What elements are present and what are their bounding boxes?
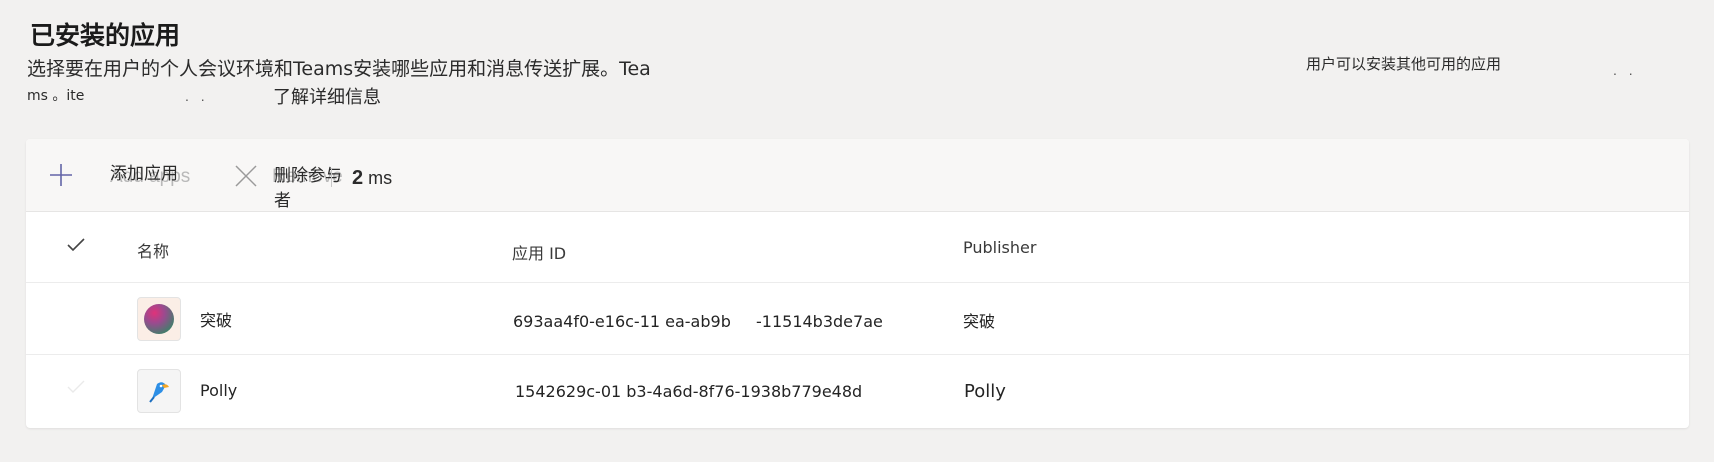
learn-more-link[interactable]: 了解详细信息 [273, 83, 381, 109]
app-id-part1: 693aa4f0-e16c-11 ea-ab9b [513, 312, 731, 331]
polly-parrot-icon [137, 369, 181, 413]
column-header-publisher[interactable]: Publisher [963, 238, 1036, 257]
app-id-part2: -11514b3de7ae [756, 312, 883, 331]
add-apps-button[interactable]: Add apps 添加应用 [42, 139, 202, 211]
publisher-name: 突破 [963, 312, 996, 331]
plus-icon [50, 164, 72, 186]
page-title: 已安装的应用 [30, 21, 181, 50]
app-name: 突破 [200, 311, 233, 330]
column-header-name[interactable]: 名称 [137, 238, 169, 262]
table-row[interactable]: 突破 693aa4f0-e16c-11 ea-ab9b -11514b3de7a… [26, 283, 1689, 355]
available-apps-note: 用户可以安装其他可用的应用 [1306, 55, 1502, 73]
table-row[interactable]: Polly 1542629c-01 b3-4a6d-8f76-1938b779e… [26, 355, 1689, 426]
item-count-unit: ms [368, 168, 393, 188]
ellipsis-dots: . . [185, 88, 209, 104]
close-icon [235, 165, 257, 187]
add-apps-label: 添加应用 [110, 164, 178, 184]
installed-apps-card: Add apps 添加应用 Remove 删除参与者 2 ms 名称 应用 ID… [26, 139, 1689, 428]
remove-label: 删除参与者 [274, 166, 342, 211]
row-checkmark-icon[interactable] [66, 379, 86, 395]
table-header: 名称 应用 ID Publisher [26, 212, 1689, 283]
command-bar: Add apps 添加应用 Remove 删除参与者 2 ms [26, 139, 1689, 212]
select-all-checkmark-icon[interactable] [66, 237, 86, 253]
toolbar-divider [331, 169, 332, 187]
page-description: 选择要在用户的个人会议环境和Teams安装哪些应用和消息传送扩展。Tea [27, 58, 651, 80]
publisher-name: Polly [964, 381, 1006, 402]
item-count: 2 ms [352, 167, 392, 190]
remove-button[interactable]: Remove 删除参与者 [208, 139, 343, 211]
app-name: Polly [200, 381, 238, 400]
item-count-number: 2 [352, 167, 364, 189]
page-description-continued: ms 。ite [27, 88, 85, 104]
app-id: 1542629c-01 b3-4a6d-8f76-1938b779e48d [515, 382, 863, 401]
breakthrough-gradient-icon [137, 297, 181, 341]
column-header-app-id[interactable]: 应用 ID [512, 240, 566, 264]
ellipsis-dots-right: . . [1613, 62, 1637, 78]
